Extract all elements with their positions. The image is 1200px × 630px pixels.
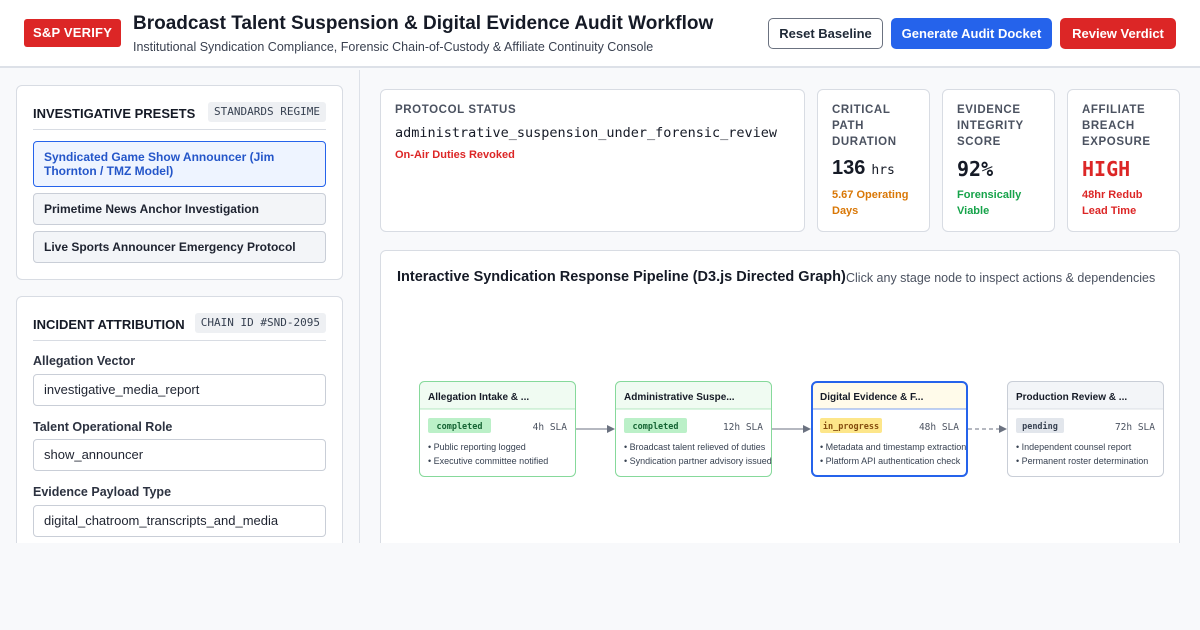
pipeline-stage-node[interactable]: Administrative Suspe... completed 12h SLA •… <box>615 381 772 477</box>
protocol-status-card: PROTOCOL STATUS administrative_suspensio… <box>380 89 805 232</box>
node-action-item: • Platform API authentication check <box>820 456 961 466</box>
incident-attribution-card: INCIDENT ATTRIBUTION CHAIN ID #SND-2095 … <box>16 296 343 543</box>
presets-heading: INVESTIGATIVE PRESETS <box>33 106 196 121</box>
attribution-heading: INCIDENT ATTRIBUTION <box>33 317 185 332</box>
page-title: Broadcast Talent Suspension & Digital Ev… <box>133 13 714 34</box>
node-action-item: • Syndication partner advisory issued <box>624 456 772 466</box>
evidence-integrity-card: EVIDENCE INTEGRITY SCORE 92% Forensicall… <box>942 89 1055 232</box>
brand-logo: S&P VERIFY <box>24 19 122 47</box>
preset-label: Primetime News Anchor Investigation <box>44 202 259 216</box>
evidence-payload-field[interactable]: digital_chatroom_transcripts_and_media <box>33 505 326 537</box>
generate-audit-docket-button[interactable]: Generate Audit Docket <box>891 18 1052 49</box>
talent-role-label: Talent Operational Role <box>33 420 173 434</box>
node-action-item: • Permanent roster determination <box>1016 456 1148 466</box>
critical-path-note: 5.67 Operating Days <box>832 189 909 217</box>
node-sla: 4h SLA <box>533 422 568 433</box>
page-subtitle: Institutional Syndication Compliance, Fo… <box>133 40 654 54</box>
evidence-integrity-value: 92% <box>957 157 994 181</box>
node-status-text: pending <box>1022 421 1058 432</box>
node-sla: 48h SLA <box>919 422 959 433</box>
chain-id-tag: CHAIN ID #SND-2095 <box>194 313 326 333</box>
pipeline-graph: Allegation Intake & ... completed 4h SLA • … <box>419 381 1164 477</box>
node-action-item: • Broadcast talent relieved of duties <box>624 442 766 452</box>
node-action-item: • Independent counsel report <box>1016 442 1132 452</box>
node-sla: 12h SLA <box>723 422 763 433</box>
attribution-card-header: INCIDENT ATTRIBUTION CHAIN ID #SND-2095 <box>33 313 326 341</box>
page-bottom-area <box>0 543 1200 630</box>
preset-game-show-announcer[interactable]: Syndicated Game Show Announcer (Jim Thor… <box>33 141 326 187</box>
critical-path-card: CRITICAL PATH DURATION 136 hrs 5.67 Opera… <box>817 89 930 232</box>
protocol-status-value: administrative_suspension_under_forensic… <box>395 125 778 141</box>
preset-news-anchor[interactable]: Primetime News Anchor Investigation <box>33 193 326 225</box>
preset-sports-announcer[interactable]: Live Sports Announcer Emergency Protocol <box>33 231 326 263</box>
allegation-vector-label: Allegation Vector <box>33 354 136 368</box>
node-title: Production Review & ... <box>1016 392 1127 403</box>
node-action-item: • Metadata and timestamp extraction <box>820 442 966 452</box>
affiliate-breach-label: AFFILIATE BREACH EXPOSURE <box>1082 104 1151 148</box>
node-status-text: completed <box>632 422 678 432</box>
preset-label: Syndicated Game Show Announcer (Jim Thor… <box>44 150 275 178</box>
presets-card-header: INVESTIGATIVE PRESETS STANDARDS REGIME <box>33 102 326 130</box>
node-action-item: • Executive committee notified <box>428 456 548 466</box>
critical-path-unit: hrs <box>871 163 895 178</box>
node-title: Allegation Intake & ... <box>428 392 529 403</box>
node-status-text: in_progress <box>823 421 879 432</box>
talent-role-field[interactable]: show_announcer <box>33 439 326 471</box>
protocol-status-label: PROTOCOL STATUS <box>395 104 517 116</box>
pipeline-stage-node[interactable]: Allegation Intake & ... completed 4h SLA • … <box>419 381 576 477</box>
left-sidebar: INVESTIGATIVE PRESETS STANDARDS REGIME S… <box>0 70 360 543</box>
pipeline-stage-node[interactable]: Production Review & ... pending 72h SLA • I… <box>1007 381 1164 477</box>
investigative-presets-card: INVESTIGATIVE PRESETS STANDARDS REGIME S… <box>16 85 343 280</box>
node-action-item: • Public reporting logged <box>428 442 526 452</box>
evidence-integrity-label: EVIDENCE INTEGRITY SCORE <box>957 104 1024 148</box>
affiliate-breach-note: 48hr Redub Lead Time <box>1082 189 1143 217</box>
allegation-vector-field[interactable]: investigative_media_report <box>33 374 326 406</box>
node-title: Administrative Suspe... <box>624 392 735 403</box>
pipeline-stage-node[interactable]: Digital Evidence & F... in_progress 48h SL… <box>811 381 968 477</box>
reset-baseline-button[interactable]: Reset Baseline <box>768 18 883 49</box>
node-sla: 72h SLA <box>1115 422 1155 433</box>
node-status-text: completed <box>436 422 482 432</box>
app-header: S&P VERIFY Broadcast Talent Suspension &… <box>0 0 1200 68</box>
affiliate-breach-value: HIGH <box>1082 157 1131 181</box>
review-verdict-button[interactable]: Review Verdict <box>1060 18 1176 49</box>
evidence-payload-label: Evidence Payload Type <box>33 485 172 499</box>
evidence-integrity-note: Forensically Viable <box>957 189 1022 217</box>
preset-label: Live Sports Announcer Emergency Protocol <box>44 240 296 254</box>
standards-regime-tag: STANDARDS REGIME <box>208 102 326 122</box>
node-title: Digital Evidence & F... <box>820 392 924 403</box>
critical-path-value: 136 hrs <box>832 157 895 179</box>
syndication-pipeline-panel: Interactive Syndication Response Pipelin… <box>380 250 1180 550</box>
affiliate-breach-card: AFFILIATE BREACH EXPOSURE HIGH 48hr Redu… <box>1067 89 1180 232</box>
protocol-status-note: On-Air Duties Revoked <box>395 149 515 161</box>
critical-path-label: CRITICAL PATH DURATION <box>832 104 897 148</box>
